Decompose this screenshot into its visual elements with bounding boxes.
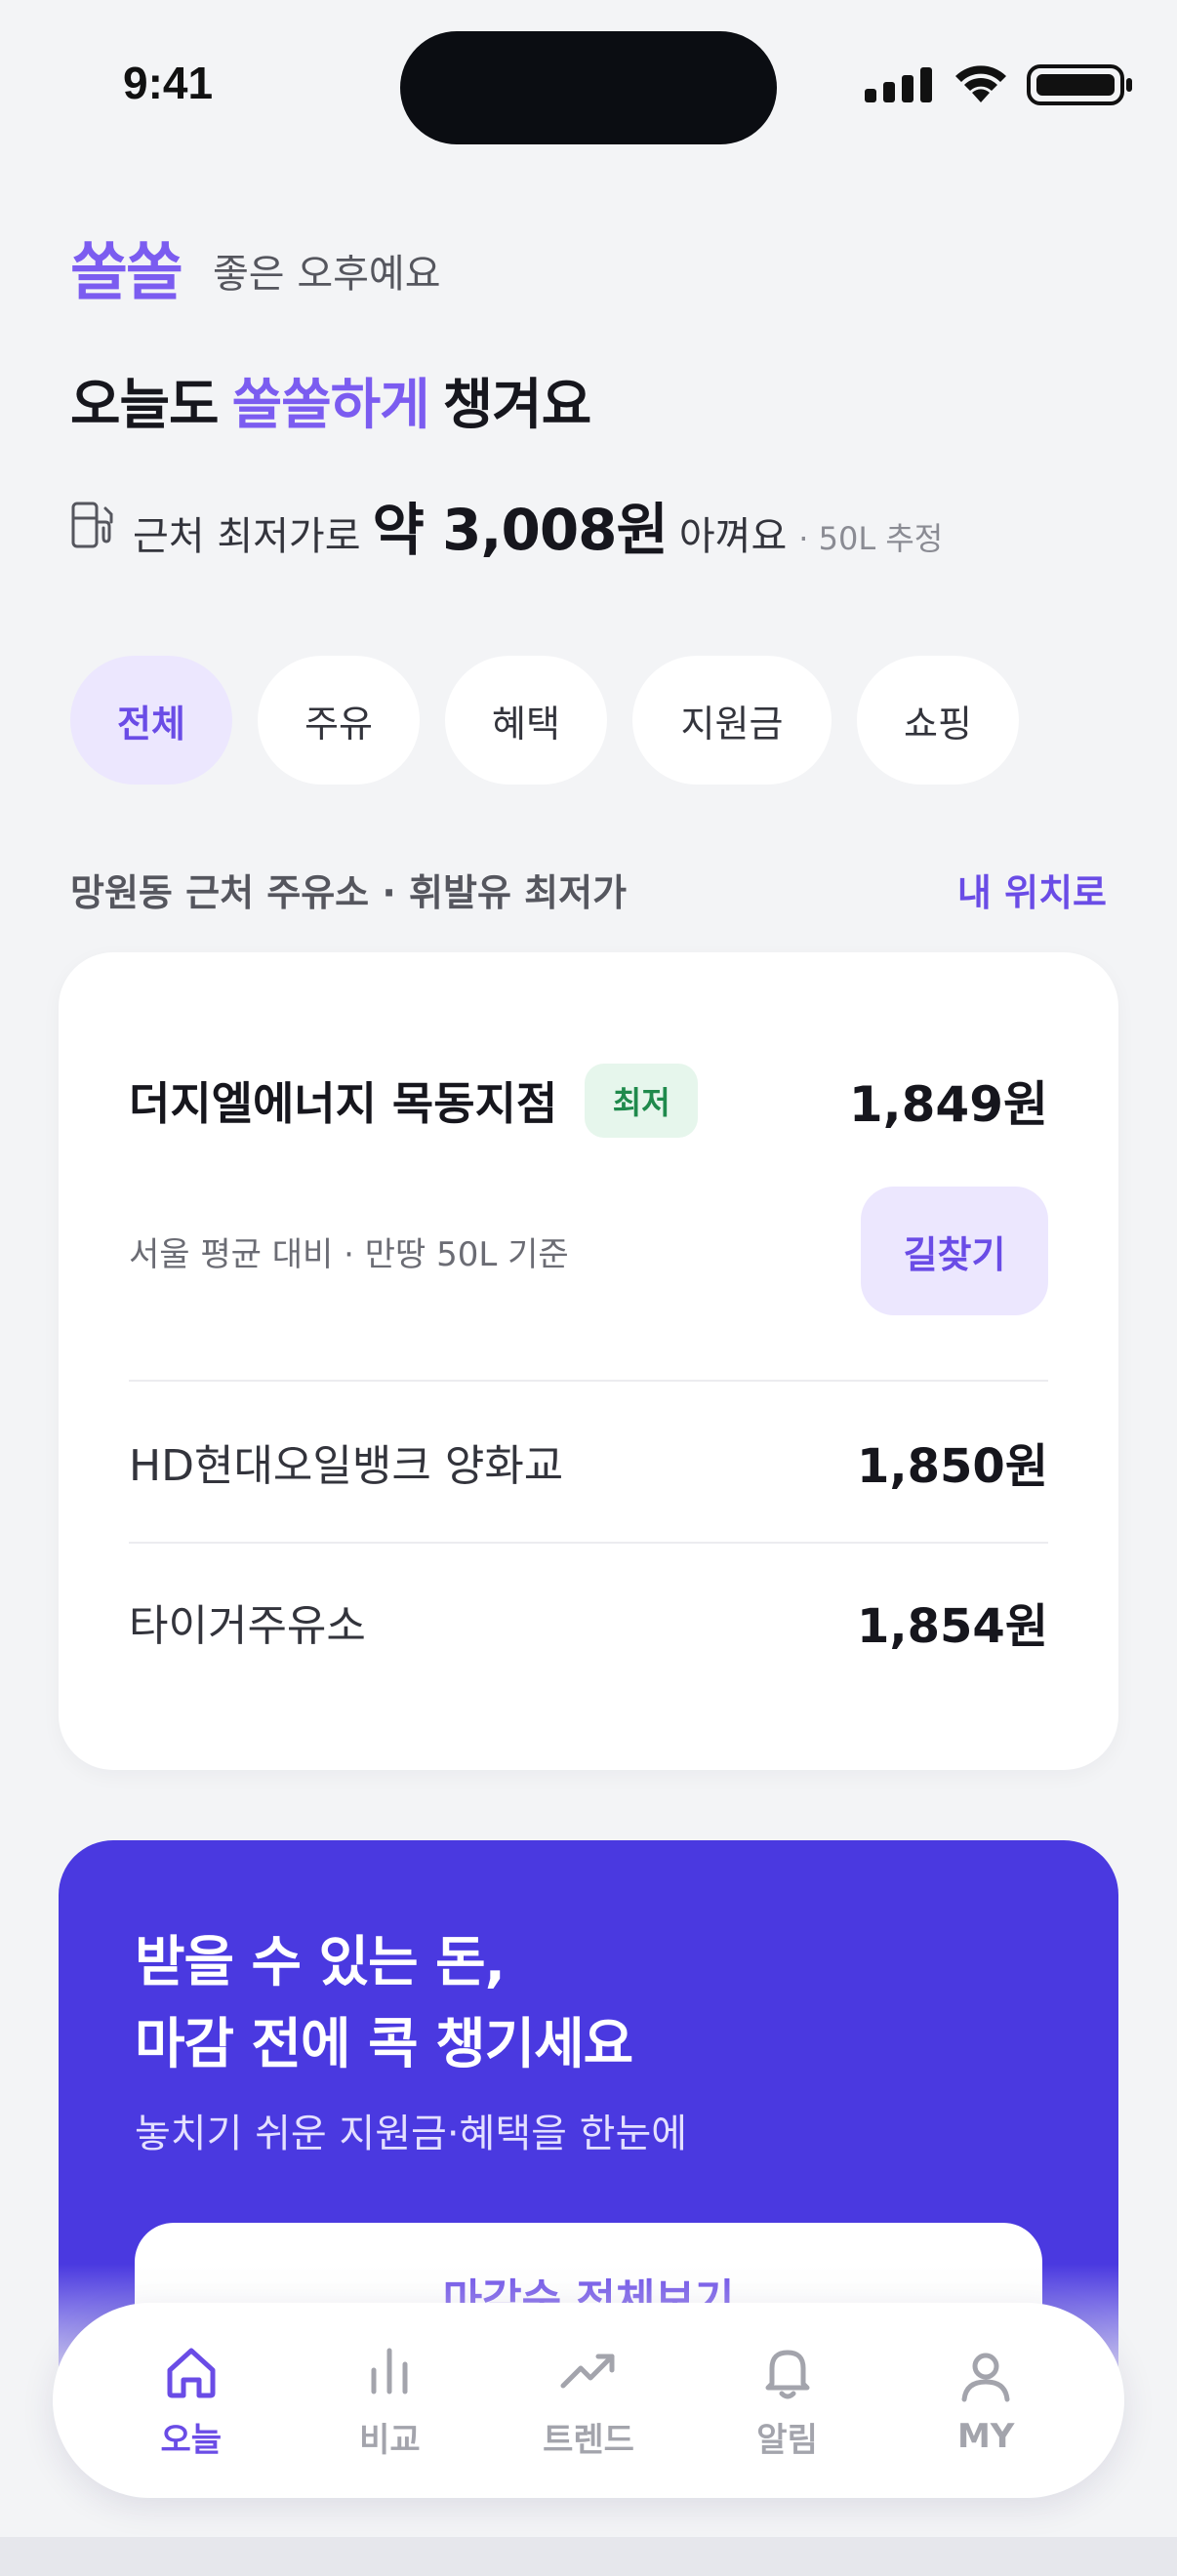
station-name: HD현대오일뱅크 양화교	[129, 1441, 564, 1491]
promo-title-line1: 받을 수 있는 돈,	[135, 1931, 506, 1994]
tab-label: 트렌드	[543, 2420, 634, 2460]
headline-prefix: 오늘도	[70, 374, 220, 437]
divider	[129, 1380, 1048, 1382]
station-name: 타이거주유소	[129, 1601, 366, 1651]
tab-label: 비교	[359, 2420, 421, 2460]
tab-today[interactable]: 오늘	[113, 2341, 269, 2461]
top-station-row[interactable]: 더지엘에너지 목동지점 최저 1,849원	[129, 1064, 1048, 1138]
bell-icon	[765, 2350, 810, 2398]
tab-label: 알림	[756, 2420, 818, 2460]
headline: 오늘도 쏠쏠하게 챙겨요	[70, 361, 592, 440]
home-indicator-area	[0, 2537, 1177, 2576]
station-price: 1,850원	[857, 1439, 1048, 1494]
cellular-signal-icon	[865, 67, 932, 102]
person-icon	[961, 2353, 1010, 2402]
chip-fuel[interactable]: 주유	[258, 656, 420, 785]
promo-title-line2: 마감 전에 콕 챙기세요	[135, 2013, 633, 2076]
dynamic-island	[400, 31, 777, 144]
tab-alerts[interactable]: 알림	[710, 2341, 866, 2461]
savings-amount: 약 3,008원	[372, 497, 669, 563]
brand-logo: 쏠쏠	[70, 237, 183, 309]
battery-icon	[1027, 64, 1132, 105]
wifi-icon	[955, 65, 1006, 102]
tab-trend[interactable]: 트렌드	[510, 2341, 667, 2461]
lowest-badge: 최저	[585, 1064, 699, 1138]
status-time: 9:41	[123, 58, 214, 108]
tab-my[interactable]: MY	[908, 2345, 1064, 2456]
chip-benefits[interactable]: 혜택	[445, 656, 607, 785]
greeting: 좋은 오후예요	[213, 252, 441, 297]
divider	[129, 1542, 1048, 1544]
station-card: 더지엘에너지 목동지점 최저 1,849원 서울 평균 대비 · 만땅 50L …	[59, 952, 1118, 1770]
trend-icon	[560, 2354, 615, 2388]
section-title: 망원동 근처 주유소 · 휘발유 최저가	[70, 871, 628, 914]
my-location-link[interactable]: 내 위치로	[957, 863, 1107, 916]
savings-summary: 근처 최저가로 약 3,008원 아껴요 · 50L 추정	[70, 484, 943, 566]
station-price: 1,854원	[857, 1599, 1048, 1654]
savings-after: 아껴요	[678, 514, 788, 559]
top-station-name: 더지엘에너지 목동지점	[129, 1077, 558, 1130]
bar-chart-icon	[371, 2348, 408, 2394]
chip-all[interactable]: 전체	[70, 656, 232, 785]
category-chips: 전체 주유 혜택 지원금 쇼핑	[70, 656, 1019, 785]
tab-label: MY	[956, 2417, 1015, 2456]
chip-shopping[interactable]: 쇼핑	[857, 656, 1019, 785]
status-icons	[865, 64, 1134, 105]
fuel-pump-icon	[71, 502, 113, 548]
savings-note: · 50L 추정	[798, 520, 944, 557]
home-icon	[167, 2348, 216, 2397]
savings-label: 근처 최저가로	[133, 514, 361, 559]
chip-subsidy[interactable]: 지원금	[632, 656, 832, 785]
promo-subtitle: 놓치기 쉬운 지원금·혜택을 한눈에	[135, 2112, 688, 2156]
bottom-tab-bar: 오늘 비교 트렌드 알림 MY	[53, 2303, 1124, 2498]
promo-title: 받을 수 있는 돈, 마감 전에 콕 챙기세요	[135, 1922, 633, 2086]
tab-label: 오늘	[160, 2420, 223, 2460]
directions-button[interactable]: 길찾기	[861, 1187, 1048, 1315]
station-row[interactable]: HD현대오일뱅크 양화교 1,850원	[129, 1423, 1048, 1501]
screen: 9:41 쏠쏠 좋은 오후예요 오늘도 쏠쏠하게 챙겨요 근처 최저가로 약 3…	[0, 0, 1177, 2537]
top-station-subtext: 서울 평균 대비 · 만땅 50L 기준	[129, 1235, 569, 1274]
headline-suffix: 챙겨요	[442, 374, 592, 437]
station-row[interactable]: 타이거주유소 1,854원	[129, 1583, 1048, 1661]
tab-compare[interactable]: 비교	[311, 2341, 467, 2461]
headline-accent: 쏠쏠하게	[231, 374, 430, 437]
top-station-price: 1,849원	[848, 1076, 1048, 1133]
